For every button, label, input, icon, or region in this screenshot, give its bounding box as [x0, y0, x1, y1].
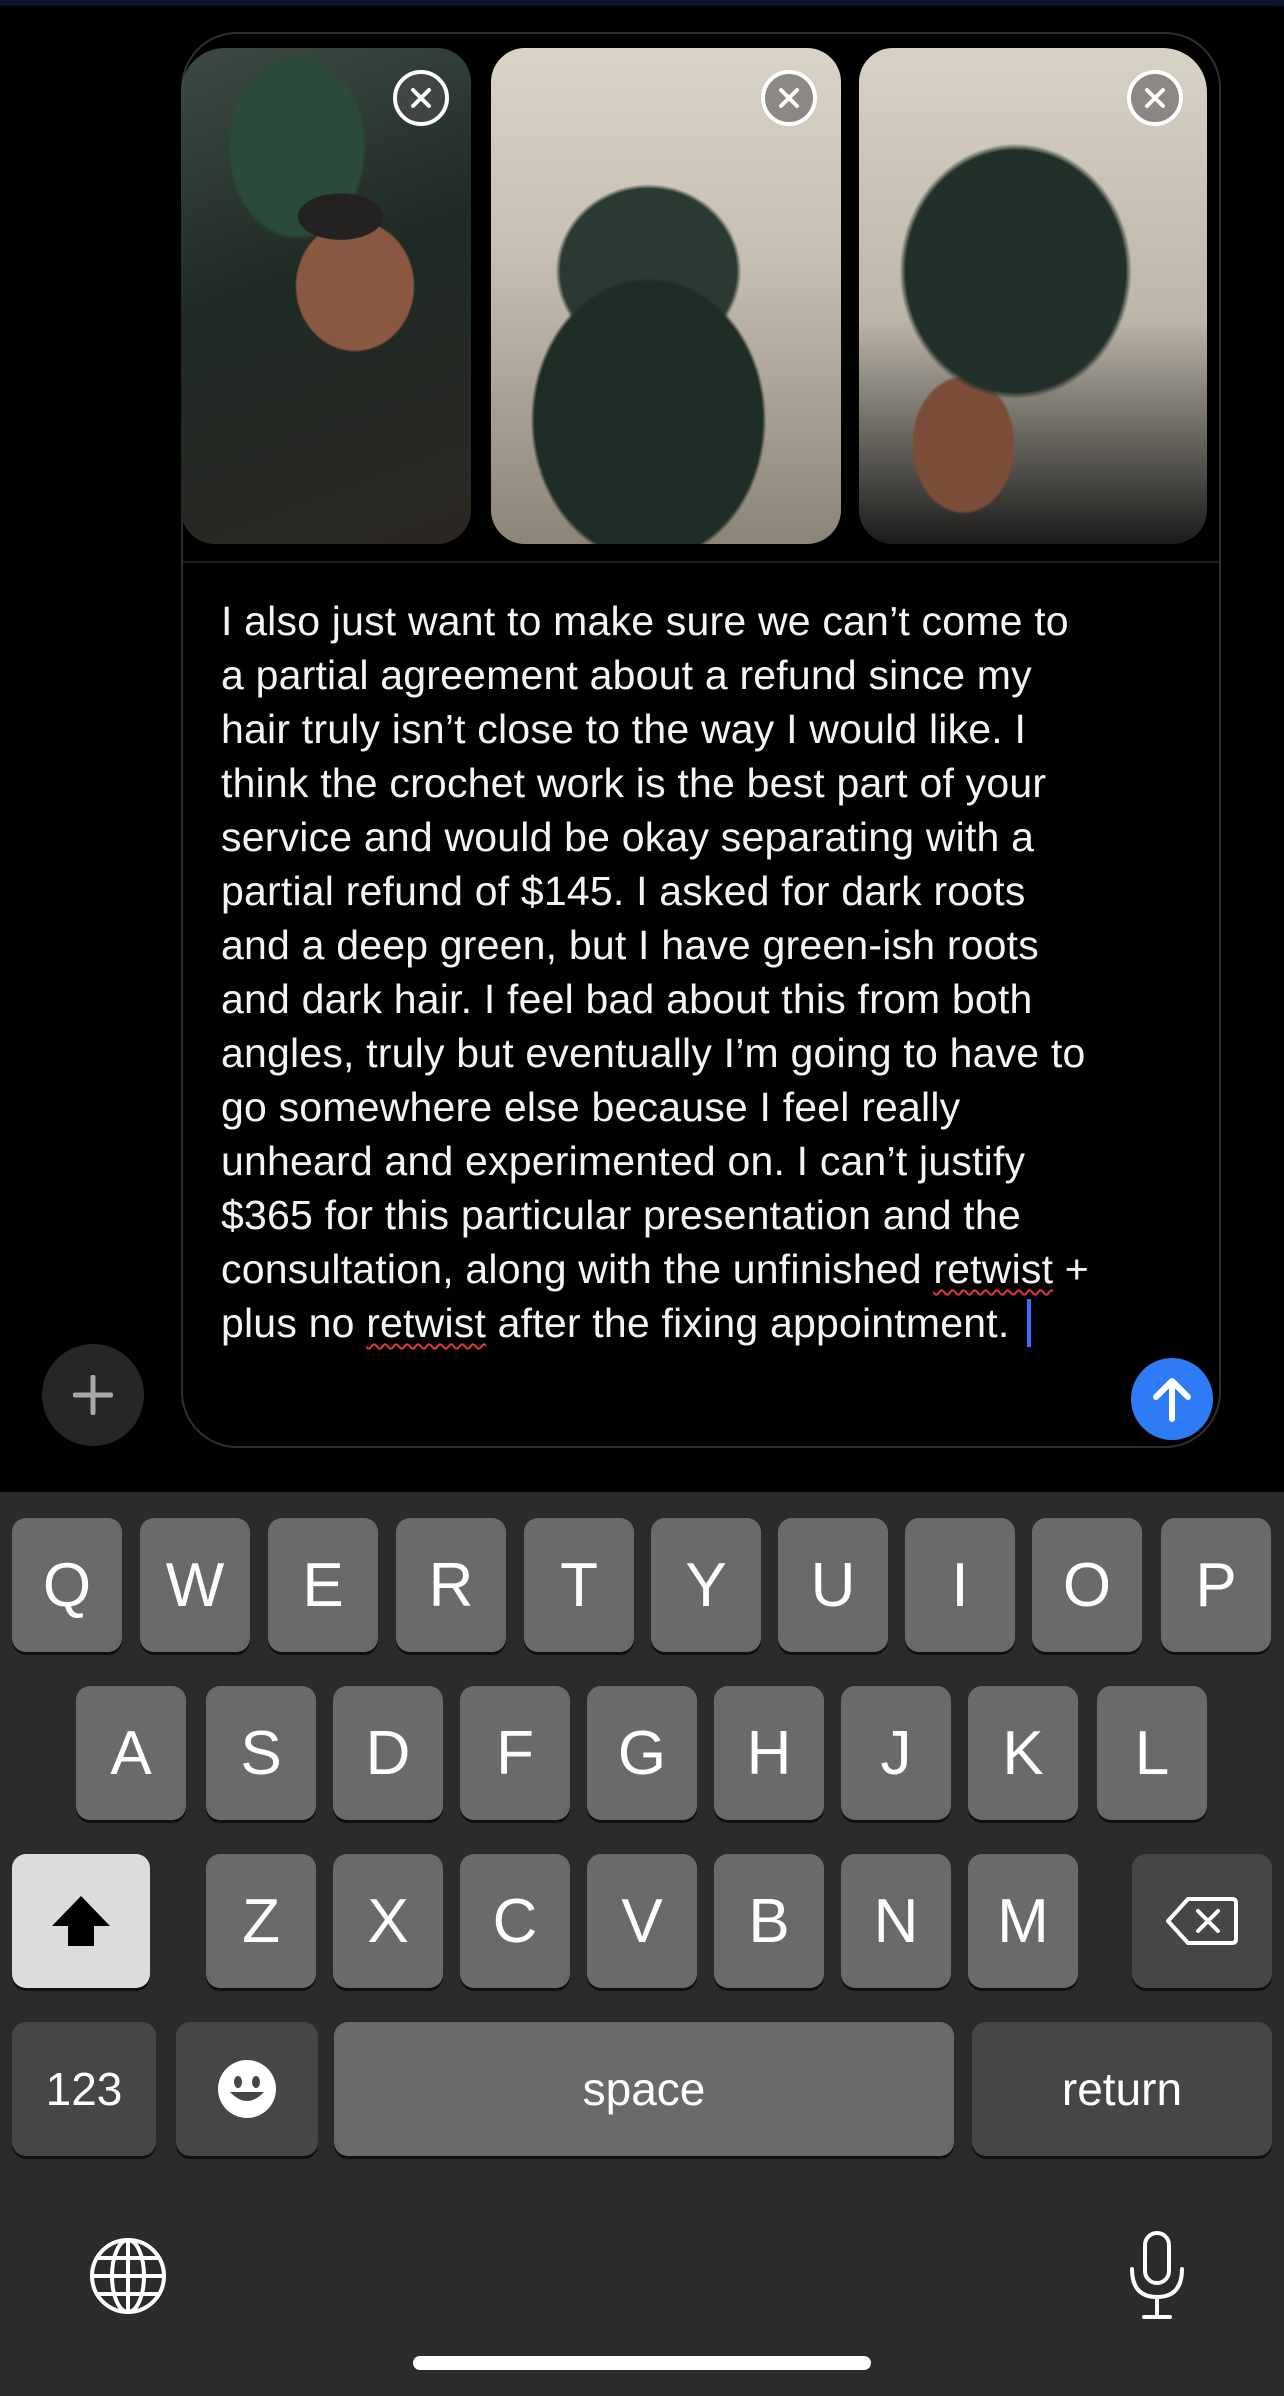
send-button[interactable]	[1131, 1358, 1213, 1440]
key-d[interactable]: D	[333, 1686, 443, 1820]
add-attachment-button[interactable]	[42, 1344, 144, 1446]
message-text-part: I also just want to make sure we can’t c…	[221, 598, 1098, 1292]
key-f[interactable]: F	[460, 1686, 570, 1820]
attachment-photo-3[interactable]	[859, 48, 1207, 544]
attachment-photo-1[interactable]	[181, 48, 471, 544]
key-k[interactable]: K	[968, 1686, 1078, 1820]
key-c[interactable]: C	[460, 1854, 570, 1988]
emoji-icon	[218, 2060, 276, 2118]
arrow-up-icon	[1153, 1378, 1191, 1422]
space-key[interactable]: space	[334, 2022, 954, 2156]
key-h[interactable]: H	[714, 1686, 824, 1820]
remove-attachment-2-close-icon[interactable]	[761, 70, 817, 126]
key-p[interactable]: P	[1161, 1518, 1271, 1652]
compose-box[interactable]: I also just want to make sure we can’t c…	[181, 32, 1221, 1448]
plus-icon	[73, 1375, 113, 1415]
key-l[interactable]: L	[1097, 1686, 1207, 1820]
key-j[interactable]: J	[841, 1686, 951, 1820]
key-w[interactable]: W	[140, 1518, 250, 1652]
key-t[interactable]: T	[524, 1518, 634, 1652]
key-y[interactable]: Y	[651, 1518, 761, 1652]
key-i[interactable]: I	[905, 1518, 1015, 1652]
key-b[interactable]: B	[714, 1854, 824, 1988]
key-e[interactable]: E	[268, 1518, 378, 1652]
key-a[interactable]: A	[76, 1686, 186, 1820]
remove-attachment-1-close-icon[interactable]	[393, 70, 449, 126]
keyboard: Q W E R T Y U I O P A S D F G H J K L Z …	[0, 1492, 1284, 2396]
emoji-key[interactable]	[176, 2022, 318, 2156]
globe-button[interactable]	[86, 2234, 170, 2318]
shift-icon	[52, 1896, 110, 1946]
attachment-row	[181, 48, 1223, 548]
message-text-part: after the fixing appointment.	[486, 1300, 1022, 1346]
dictation-button[interactable]	[1122, 2228, 1192, 2322]
backspace-icon	[1166, 1897, 1238, 1945]
top-edge	[0, 0, 1284, 6]
key-v[interactable]: V	[587, 1854, 697, 1988]
key-s[interactable]: S	[206, 1686, 316, 1820]
key-x[interactable]: X	[333, 1854, 443, 1988]
key-u[interactable]: U	[778, 1518, 888, 1652]
key-r[interactable]: R	[396, 1518, 506, 1652]
text-caret	[1027, 1299, 1032, 1347]
key-n[interactable]: N	[841, 1854, 951, 1988]
misspelled-word[interactable]: retwist	[366, 1300, 486, 1346]
key-o[interactable]: O	[1032, 1518, 1142, 1652]
home-indicator[interactable]	[413, 2356, 871, 2370]
shift-key[interactable]	[12, 1854, 150, 1988]
attachment-divider	[183, 561, 1219, 563]
delete-key[interactable]	[1132, 1854, 1272, 1988]
message-input[interactable]: I also just want to make sure we can’t c…	[221, 594, 1091, 1350]
remove-attachment-3-close-icon[interactable]	[1127, 70, 1183, 126]
misspelled-word[interactable]: retwist	[933, 1246, 1053, 1292]
globe-icon	[90, 2238, 166, 2314]
return-key[interactable]: return	[972, 2022, 1272, 2156]
key-z[interactable]: Z	[206, 1854, 316, 1988]
key-g[interactable]: G	[587, 1686, 697, 1820]
key-q[interactable]: Q	[12, 1518, 122, 1652]
microphone-icon	[1130, 2231, 1184, 2319]
attachment-photo-2[interactable]	[491, 48, 841, 544]
key-m[interactable]: M	[968, 1854, 1078, 1988]
numbers-key[interactable]: 123	[12, 2022, 156, 2156]
